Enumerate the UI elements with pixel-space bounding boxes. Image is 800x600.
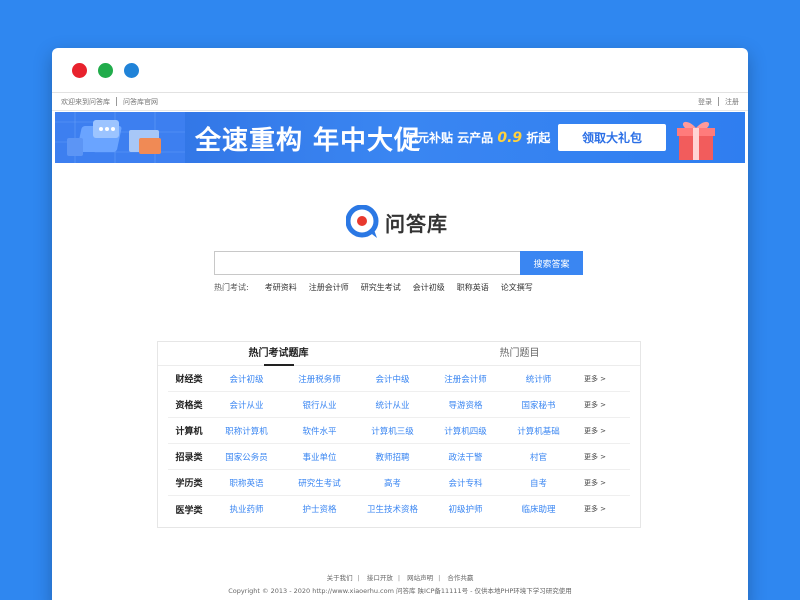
category-label: 医学类	[175, 505, 203, 516]
hot-tag[interactable]: 论文撰写	[501, 282, 533, 293]
tab-hot-questions[interactable]: 热门题目	[399, 342, 640, 365]
table-row: 医学类 执业药师 护士资格 卫生技术资格 初级护师 临床助理 更多 >	[168, 496, 630, 522]
hot-tag[interactable]: 注册会计师	[309, 282, 349, 293]
exam-link[interactable]: 注册税务师	[283, 373, 356, 385]
banner-subtitle: 亿元补贴 云产品 0.9 折起	[405, 130, 551, 146]
exam-link[interactable]: 会计初级	[210, 373, 283, 385]
footer-link-statement[interactable]: 网站声明	[407, 574, 433, 582]
tab-hot-exam-library[interactable]: 热门考试题库	[158, 342, 399, 365]
exam-link[interactable]: 统计师	[502, 373, 575, 385]
search-input[interactable]	[214, 251, 520, 275]
footer-links: 关于我们 | 接口开放 | 网站声明 | 合作共赢	[326, 574, 474, 582]
exam-link[interactable]: 职称英语	[210, 477, 283, 489]
active-tab-indicator	[264, 364, 294, 366]
category-label: 财经类	[175, 375, 203, 385]
exam-link[interactable]: 卫生技术资格	[356, 503, 429, 515]
more-link[interactable]: 更多 >	[575, 504, 615, 514]
window-titlebar	[52, 48, 748, 93]
exam-link[interactable]: 计算机基础	[502, 425, 575, 437]
table-row: 学历类 职称英语 研究生考试 高考 会计专科 自考 更多 >	[168, 470, 630, 496]
exam-link[interactable]: 高考	[356, 477, 429, 489]
exam-link[interactable]: 国家秘书	[502, 399, 575, 411]
hot-exams: 热门考试: 考研资料 注册会计师 研究生考试 会计初级 职称英语 论文撰写	[214, 282, 545, 293]
exam-link[interactable]: 事业单位	[283, 451, 356, 463]
category-label: 学历类	[175, 479, 203, 489]
top-bar: 欢迎来到问答库 问答库官网 登录 注册	[52, 93, 748, 111]
maximize-dot[interactable]	[124, 63, 139, 78]
exam-link[interactable]: 村官	[502, 451, 575, 463]
footer-link-cooperation[interactable]: 合作共赢	[447, 574, 473, 582]
category-label: 资格类	[175, 401, 203, 411]
banner-illustration-icon	[55, 112, 185, 163]
hot-tag[interactable]: 研究生考试	[361, 282, 401, 293]
welcome-text: 欢迎来到问答库	[61, 97, 110, 106]
official-site-link[interactable]: 问答库官网	[123, 97, 158, 107]
promo-banner[interactable]: 全速重构 年中大促 亿元补贴 云产品 0.9 折起 领取大礼包	[55, 112, 745, 163]
minimize-dot[interactable]	[98, 63, 113, 78]
table-row: 计算机 职称计算机 软件水平 计算机三级 计算机四级 计算机基础 更多 >	[168, 418, 630, 444]
more-link[interactable]: 更多 >	[575, 400, 615, 410]
chat-bubble-logo-icon	[346, 205, 379, 238]
browser-window: 欢迎来到问答库 问答库官网 登录 注册 全速重构 年中大促 亿元补贴 云产品 0…	[52, 48, 748, 600]
more-link[interactable]: 更多 >	[575, 478, 615, 488]
category-label: 计算机	[175, 427, 203, 437]
exam-link[interactable]: 计算机三级	[356, 425, 429, 437]
table-row: 资格类 会计从业 银行从业 统计从业 导游资格 国家秘书 更多 >	[168, 392, 630, 418]
footer-link-about[interactable]: 关于我们	[327, 574, 353, 582]
claim-gift-button[interactable]: 领取大礼包	[558, 124, 666, 151]
exam-rows: 财经类 会计初级 注册税务师 会计中级 注册会计师 统计师 更多 > 资格类 会计从业 银行从业统…	[158, 366, 640, 522]
gift-box-icon	[677, 121, 715, 160]
exam-link[interactable]: 统计从业	[356, 399, 429, 411]
exam-link[interactable]: 软件水平	[283, 425, 356, 437]
exam-link[interactable]: 银行从业	[283, 399, 356, 411]
hot-tag[interactable]: 职称英语	[457, 282, 489, 293]
close-dot[interactable]	[72, 63, 87, 78]
exam-link[interactable]: 政法干警	[429, 451, 502, 463]
banner-title: 全速重构 年中大促	[195, 126, 422, 156]
search-bar: 搜索答案	[214, 251, 583, 275]
exam-link[interactable]: 会计专科	[429, 477, 502, 489]
category-label: 招录类	[175, 453, 203, 463]
hot-tag[interactable]: 考研资料	[265, 282, 297, 293]
exam-link[interactable]: 临床助理	[502, 503, 575, 515]
panel-tabs: 热门考试题库 热门题目	[158, 342, 640, 366]
search-button[interactable]: 搜索答案	[520, 251, 583, 275]
footer-copyright: Copyright © 2013 - 2020 http://www.xiaoe…	[228, 587, 572, 595]
exam-link[interactable]: 导游资格	[429, 399, 502, 411]
register-link[interactable]: 注册	[725, 97, 739, 107]
exam-link[interactable]: 执业药师	[210, 503, 283, 515]
hot-exams-label: 热门考试:	[214, 283, 249, 292]
exam-link[interactable]: 注册会计师	[429, 373, 502, 385]
login-link[interactable]: 登录	[698, 97, 712, 107]
exam-link[interactable]: 自考	[502, 477, 575, 489]
exam-link[interactable]: 教师招聘	[356, 451, 429, 463]
exam-link[interactable]: 计算机四级	[429, 425, 502, 437]
exam-link[interactable]: 研究生考试	[283, 477, 356, 489]
logo-text: 问答库	[385, 211, 448, 236]
site-logo[interactable]: 问答库	[346, 205, 448, 239]
more-link[interactable]: 更多 >	[575, 452, 615, 462]
hot-tag[interactable]: 会计初级	[413, 282, 445, 293]
exam-library-panel: 热门考试题库 热门题目 财经类 会计初级 注册税务师 会计中级 注册会计师 统计师 更多 >…	[157, 341, 641, 528]
table-row: 招录类 国家公务员 事业单位 教师招聘 政法干警 村官 更多 >	[168, 444, 630, 470]
exam-link[interactable]: 会计中级	[356, 373, 429, 385]
exam-link[interactable]: 护士资格	[283, 503, 356, 515]
exam-link[interactable]: 国家公务员	[210, 451, 283, 463]
more-link[interactable]: 更多 >	[575, 426, 615, 436]
table-row: 财经类 会计初级 注册税务师 会计中级 注册会计师 统计师 更多 >	[168, 366, 630, 392]
more-link[interactable]: 更多 >	[575, 374, 615, 384]
footer-link-api[interactable]: 接口开放	[367, 574, 393, 582]
exam-link[interactable]: 职称计算机	[210, 425, 283, 437]
exam-link[interactable]: 会计从业	[210, 399, 283, 411]
exam-link[interactable]: 初级护师	[429, 503, 502, 515]
discount-value: 0.9	[497, 130, 523, 146]
